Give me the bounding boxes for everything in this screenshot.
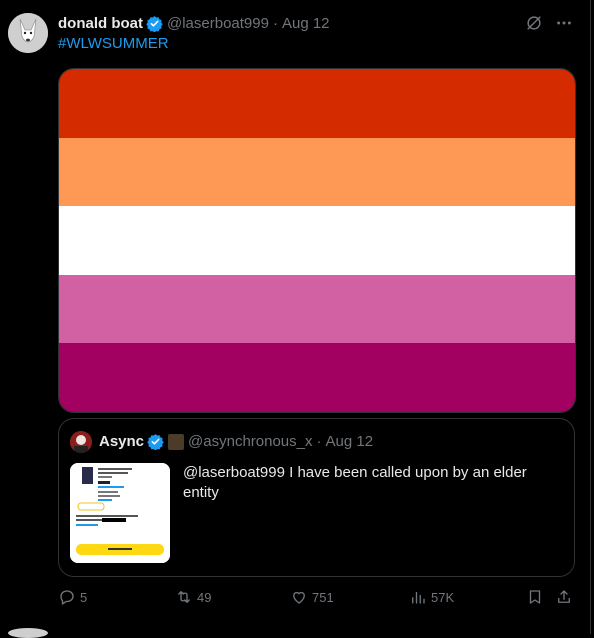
- quoted-tweet[interactable]: Async @asynchronous_x · Aug 12 @laserboa…: [58, 418, 575, 577]
- more-options-icon[interactable]: [554, 13, 574, 33]
- affiliate-badge-icon: [168, 433, 185, 450]
- grok-icon[interactable]: [524, 13, 544, 33]
- flag-stripe-2: [59, 137, 575, 207]
- flag-stripe-4: [59, 274, 575, 344]
- flag-stripe-5: [59, 343, 575, 412]
- tweet-actions: 5 49 751 57K: [58, 588, 578, 610]
- tweet-header: donald boat @laserboat999 · Aug 12: [58, 13, 330, 33]
- avatar[interactable]: [8, 13, 48, 53]
- reply-button[interactable]: 5: [58, 588, 87, 606]
- quote-thumbnail-image[interactable]: [70, 463, 170, 563]
- reply-count: 5: [80, 589, 88, 605]
- column-border: [590, 0, 591, 634]
- like-button[interactable]: 751: [290, 588, 334, 606]
- tweet-top-actions: [524, 13, 574, 33]
- views-button[interactable]: 57K: [409, 588, 454, 606]
- repost-count: 49: [197, 589, 212, 605]
- quote-date[interactable]: Aug 12: [326, 433, 374, 450]
- like-count: 751: [312, 589, 334, 605]
- bookmark-button[interactable]: [526, 588, 544, 606]
- separator: ·: [316, 433, 322, 450]
- repost-icon: [178, 591, 190, 603]
- author-name[interactable]: donald boat: [58, 15, 143, 32]
- tweet-image-flag[interactable]: [58, 68, 576, 413]
- hashtag-link[interactable]: #WLWSUMMER: [58, 35, 169, 52]
- heart-icon: [293, 591, 305, 604]
- bookmark-icon: [529, 590, 541, 604]
- quote-text: @laserboat999 I have been called upon by…: [183, 464, 527, 501]
- separator: ·: [272, 14, 278, 32]
- share-icon: [558, 590, 570, 603]
- verified-badge-icon: [147, 433, 164, 451]
- verified-badge-icon: [146, 15, 163, 32]
- quote-avatar[interactable]: [70, 431, 92, 453]
- flag-stripe-1: [59, 69, 575, 138]
- flag-stripe-3: [59, 206, 575, 275]
- quote-author-name[interactable]: Async: [99, 433, 144, 450]
- quote-header: Async @asynchronous_x · Aug 12: [99, 433, 374, 451]
- author-handle[interactable]: @laserboat999: [167, 15, 269, 32]
- views-chart-icon: [412, 591, 425, 604]
- quote-author-handle[interactable]: @asynchronous_x: [188, 433, 312, 450]
- tweet-date[interactable]: Aug 12: [282, 15, 330, 32]
- view-count: 57K: [431, 589, 455, 605]
- reply-icon: [60, 590, 74, 605]
- repost-button[interactable]: 49: [175, 588, 211, 606]
- share-button[interactable]: [555, 588, 573, 606]
- next-tweet-avatar: [8, 628, 48, 638]
